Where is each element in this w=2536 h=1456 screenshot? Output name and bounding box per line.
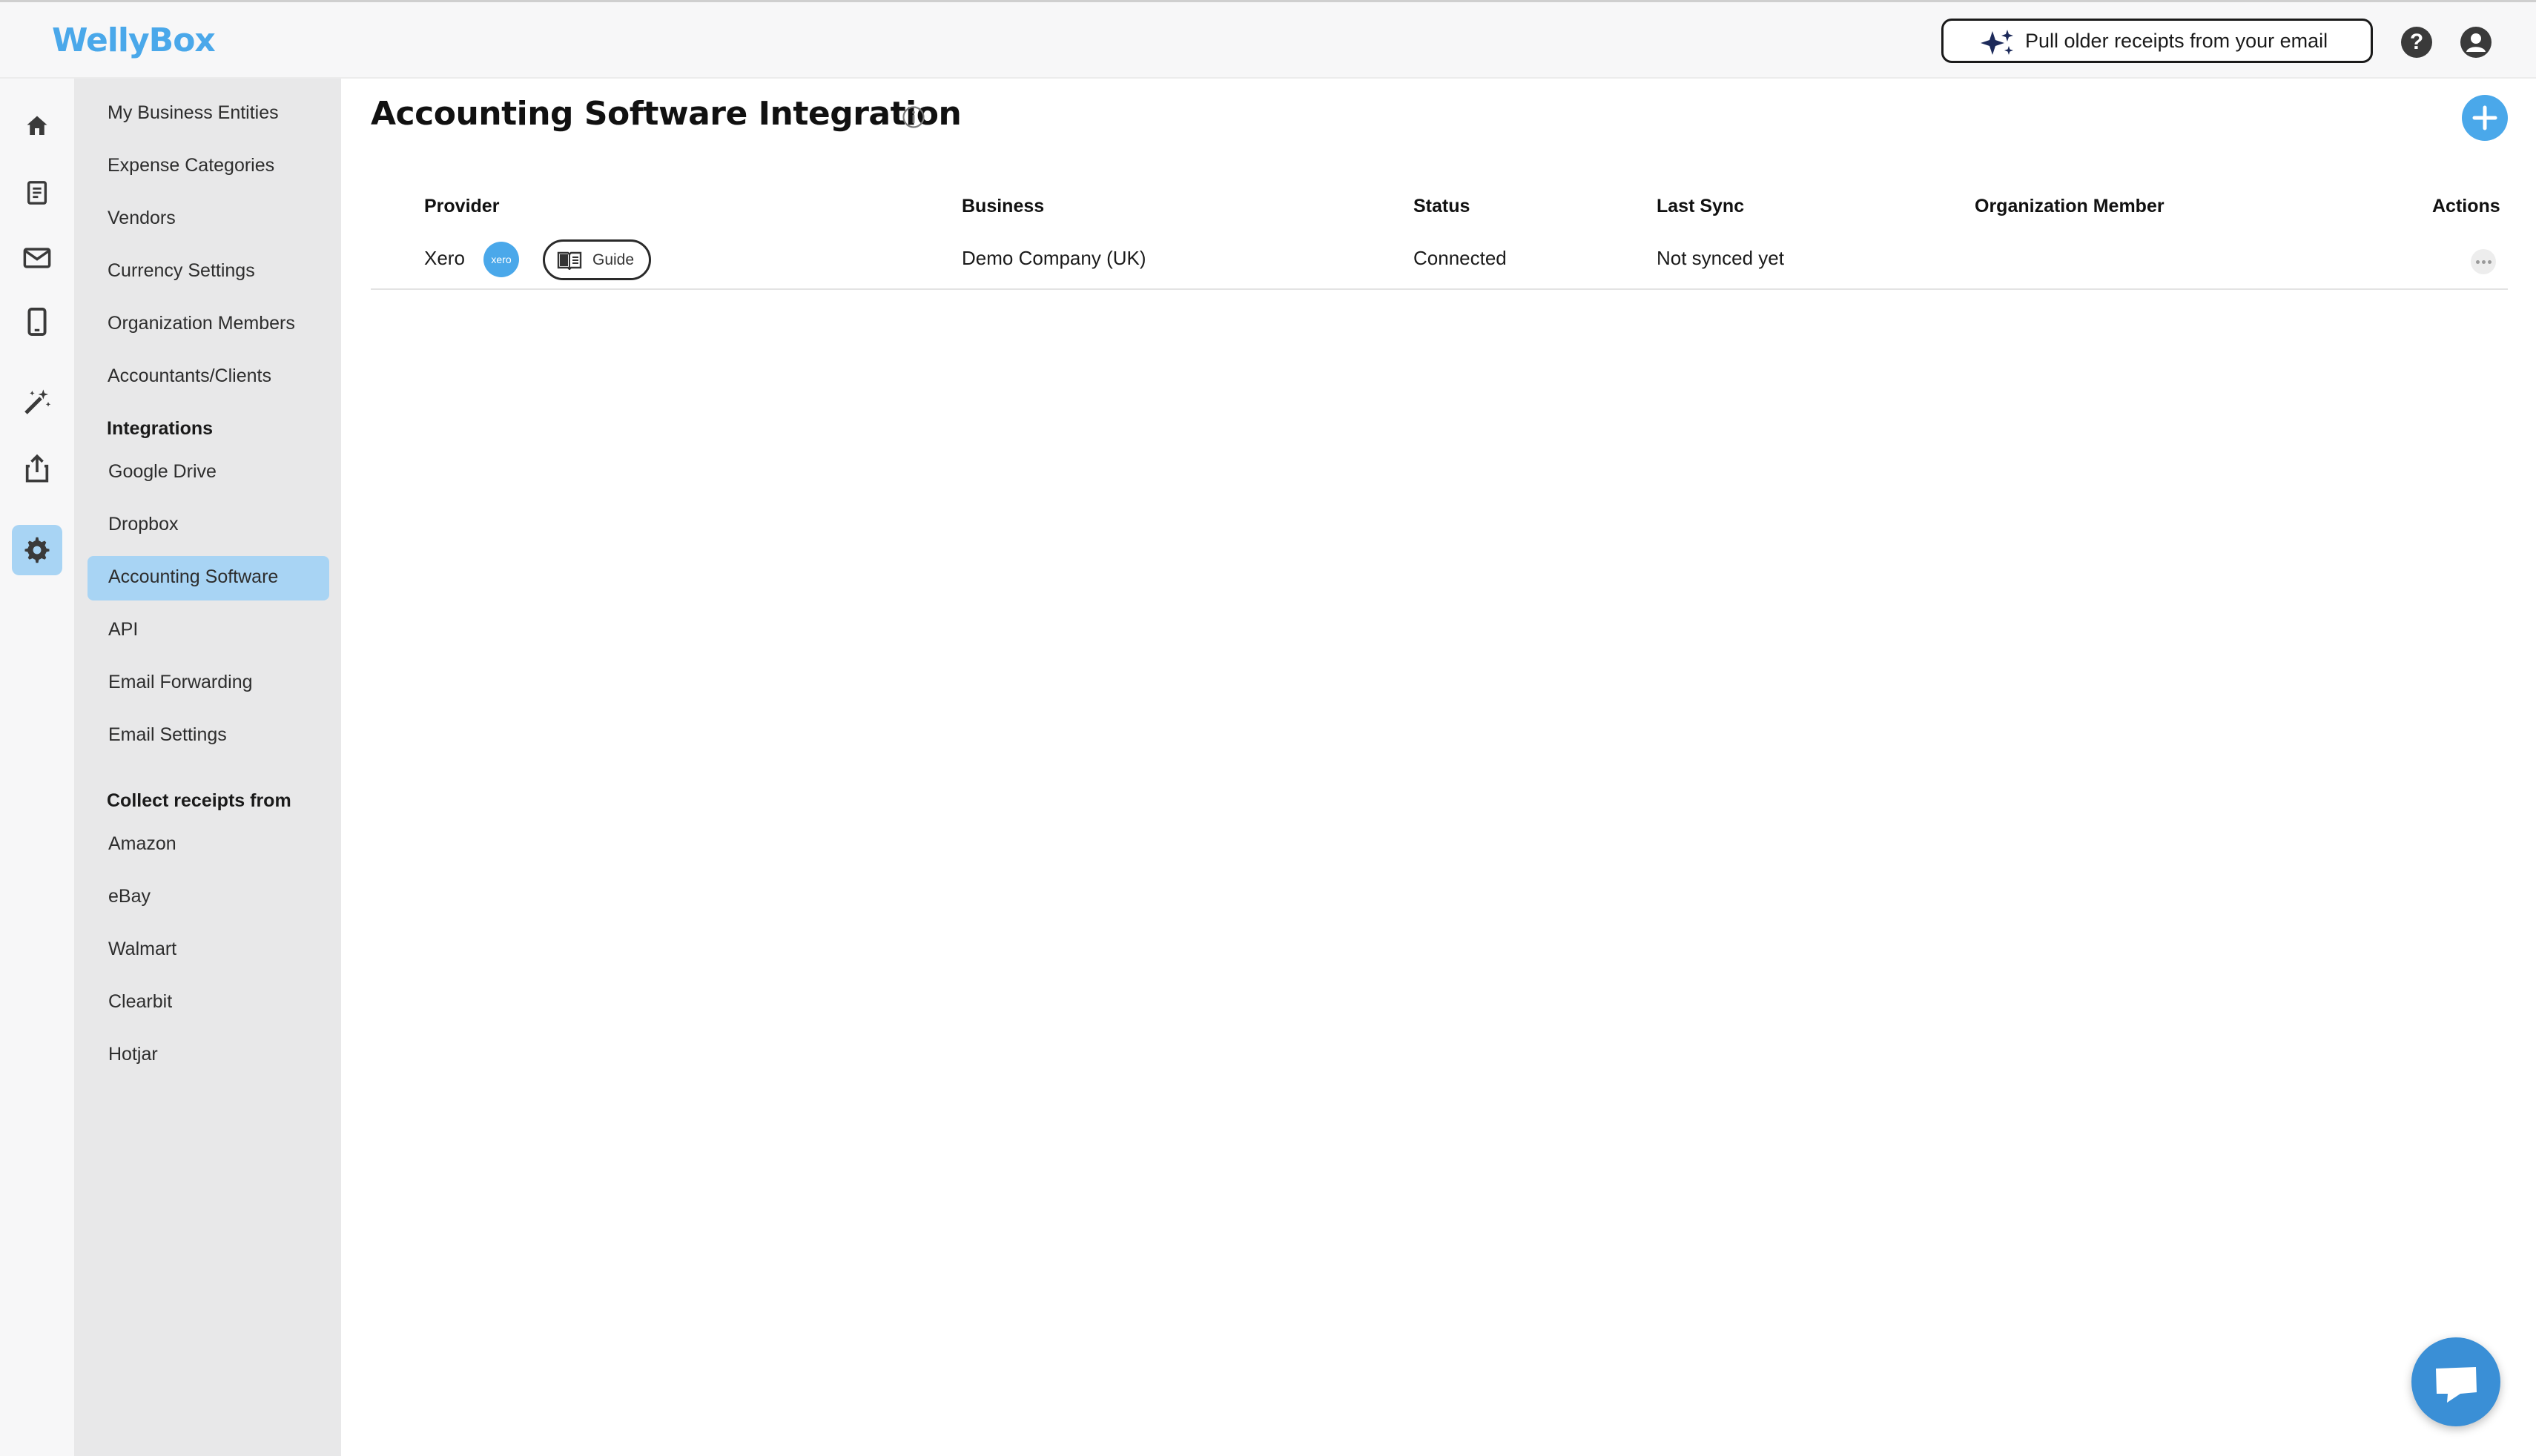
sidebar-item-google-drive[interactable]: Google Drive <box>108 461 217 483</box>
sidebar-item-ebay[interactable]: eBay <box>108 886 151 907</box>
plus-icon <box>2472 105 2497 130</box>
export-icon <box>25 454 49 483</box>
rail-magic[interactable] <box>19 384 55 420</box>
ellipsis-dot <box>2487 259 2492 264</box>
sidebar-item-accountants-clients[interactable]: Accountants/Clients <box>108 365 271 387</box>
rail-mobile[interactable] <box>19 304 55 340</box>
row-actions-button[interactable] <box>2471 249 2496 274</box>
sidebar-item-clearbit[interactable]: Clearbit <box>108 991 172 1013</box>
add-integration-button[interactable] <box>2462 95 2508 141</box>
sidebar-item-walmart[interactable]: Walmart <box>108 939 176 960</box>
sidebar-item-accounting-software[interactable]: Accounting Software <box>108 566 278 588</box>
column-header-business: Business <box>962 196 1045 216</box>
sidebar-item-organization-members[interactable]: Organization Members <box>108 313 295 334</box>
magic-wand-icon <box>24 389 51 414</box>
column-header-organization-member: Organization Member <box>1975 196 2164 216</box>
sidebar-item-business-entities[interactable]: My Business Entities <box>108 102 279 124</box>
ellipsis-dot <box>2475 259 2480 264</box>
last-sync-cell: Not synced yet <box>1657 247 1784 269</box>
mobile-icon <box>27 307 47 337</box>
rail-home[interactable] <box>19 108 55 144</box>
guide-label: Guide <box>592 251 635 268</box>
sidebar-item-dropbox[interactable]: Dropbox <box>108 514 179 535</box>
sidebar-item-currency-settings[interactable]: Currency Settings <box>108 260 255 282</box>
sidebar-item-hotjar[interactable]: Hotjar <box>108 1044 158 1065</box>
sidebar-item-amazon[interactable]: Amazon <box>108 833 176 855</box>
app-logo[interactable]: WellyBox <box>52 21 216 59</box>
pull-older-receipts-button[interactable]: Pull older receipts from your email <box>1941 19 2373 63</box>
page-title: Accounting Software Integration <box>371 95 962 133</box>
column-header-status: Status <box>1413 196 1470 216</box>
sidebar-item-api[interactable]: API <box>108 619 138 641</box>
provider-name: Xero <box>424 247 465 269</box>
business-cell: Demo Company (UK) <box>962 247 1146 269</box>
mail-icon <box>23 248 51 268</box>
xero-logo-icon: xero <box>483 242 519 277</box>
rail-receipts[interactable] <box>19 175 55 211</box>
rail-export[interactable] <box>19 451 55 486</box>
gear-icon <box>24 537 50 563</box>
pull-older-receipts-label: Pull older receipts from your email <box>2025 29 2328 52</box>
receipt-icon <box>27 181 47 205</box>
sidebar-item-expense-categories[interactable]: Expense Categories <box>108 155 274 176</box>
column-header-provider: Provider <box>424 196 500 216</box>
sidebar-item-email-settings[interactable]: Email Settings <box>108 724 227 746</box>
sidebar-heading-integrations: Integrations <box>107 418 214 439</box>
rail-mail[interactable] <box>19 240 55 276</box>
status-cell: Connected <box>1413 247 1507 269</box>
sparkles-icon <box>1981 30 2013 55</box>
column-header-actions: Actions <box>2432 196 2500 216</box>
chat-icon <box>2436 1367 2477 1403</box>
home-icon <box>27 116 47 135</box>
chat-support-button[interactable] <box>2411 1337 2500 1426</box>
settings-sidebar: My Business Entities Expense Categories … <box>74 79 341 1456</box>
guide-button[interactable]: Guide <box>543 239 651 280</box>
icon-rail <box>0 79 74 1456</box>
sidebar-item-vendors[interactable]: Vendors <box>108 208 176 229</box>
row-divider <box>371 288 2508 290</box>
help-icon[interactable]: ? <box>2401 27 2432 58</box>
info-icon[interactable] <box>902 105 925 129</box>
column-header-last-sync: Last Sync <box>1657 196 1745 216</box>
book-icon <box>557 251 582 270</box>
user-account-icon[interactable] <box>2460 27 2492 58</box>
top-bar: WellyBox Pull older receipts from your e… <box>0 0 2536 79</box>
sidebar-heading-collect-receipts: Collect receipts from <box>107 790 291 811</box>
sidebar-item-email-forwarding[interactable]: Email Forwarding <box>108 672 253 693</box>
ellipsis-dot <box>2481 259 2486 264</box>
rail-settings[interactable] <box>12 525 62 575</box>
